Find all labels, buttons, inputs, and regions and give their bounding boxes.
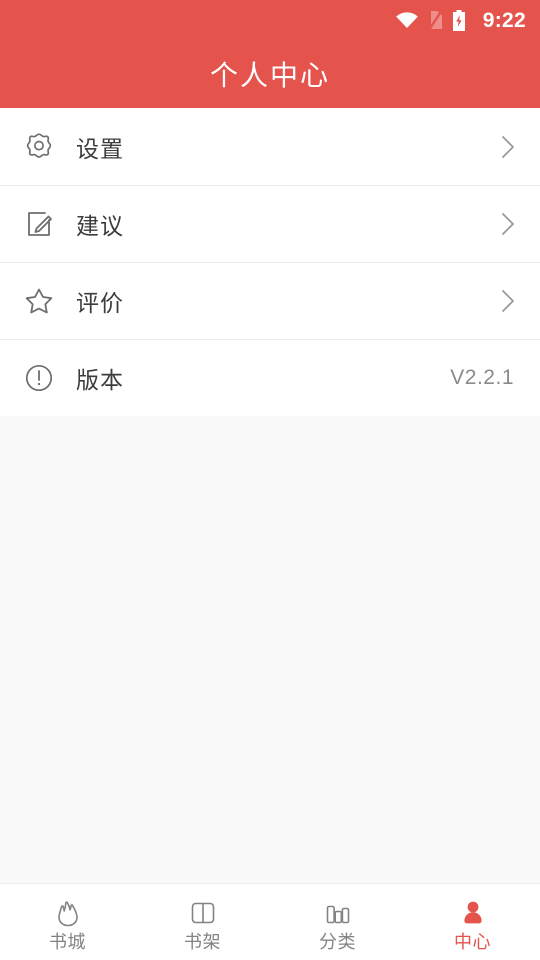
- list-item-version[interactable]: 版本 V2.2.1: [0, 339, 540, 416]
- chevron-right-icon: [498, 288, 518, 314]
- bar-chart-icon: [322, 898, 354, 928]
- chevron-right-icon: [498, 211, 518, 237]
- app-header: 9:22 个人中心: [0, 0, 540, 108]
- settings-list: 设置 建议 评价 版本 V2.2.1: [0, 108, 540, 416]
- page-title: 个人中心: [209, 60, 330, 91]
- sim-card-off-icon: [428, 10, 443, 30]
- list-item-suggestion[interactable]: 建议: [0, 185, 540, 262]
- nav-item-label: 中心: [454, 931, 491, 952]
- bottom-navigation-bar: 书城 书架 分类 中心: [0, 883, 540, 960]
- star-icon: [22, 284, 56, 318]
- gear-icon: [22, 130, 56, 164]
- content-empty-area: [0, 416, 540, 883]
- info-circle-icon: [22, 361, 56, 395]
- flame-icon: [52, 898, 84, 928]
- nav-item-label: 书架: [184, 931, 221, 952]
- page-title-bar: 个人中心: [0, 40, 540, 108]
- status-bar: 9:22: [0, 0, 540, 40]
- open-book-icon: [187, 898, 219, 928]
- nav-item-categories[interactable]: 分类: [270, 884, 405, 960]
- version-value: V2.2.1: [450, 365, 514, 389]
- list-item-label: 版本: [76, 366, 124, 393]
- app-screen: 9:22 个人中心 设置 建议 评价 版本 V2.2.1 书城 书架 分类 中心: [0, 0, 540, 960]
- nav-item-label: 书城: [49, 931, 86, 952]
- list-item-rating[interactable]: 评价: [0, 262, 540, 339]
- nav-item-center[interactable]: 中心: [405, 884, 540, 960]
- status-bar-time: 9:22: [482, 8, 526, 32]
- edit-note-icon: [22, 207, 56, 241]
- list-item-settings[interactable]: 设置: [0, 108, 540, 185]
- wifi-icon: [395, 11, 419, 29]
- status-bar-icons: 9:22: [395, 8, 526, 32]
- list-item-label: 设置: [76, 135, 124, 162]
- person-icon: [457, 898, 489, 928]
- nav-item-label: 分类: [319, 931, 356, 952]
- battery-charging-icon: [452, 9, 466, 31]
- chevron-right-icon: [498, 134, 518, 160]
- nav-item-bookstore[interactable]: 书城: [0, 884, 135, 960]
- list-item-label: 评价: [76, 289, 124, 316]
- nav-item-bookshelf[interactable]: 书架: [135, 884, 270, 960]
- list-item-label: 建议: [76, 212, 124, 239]
